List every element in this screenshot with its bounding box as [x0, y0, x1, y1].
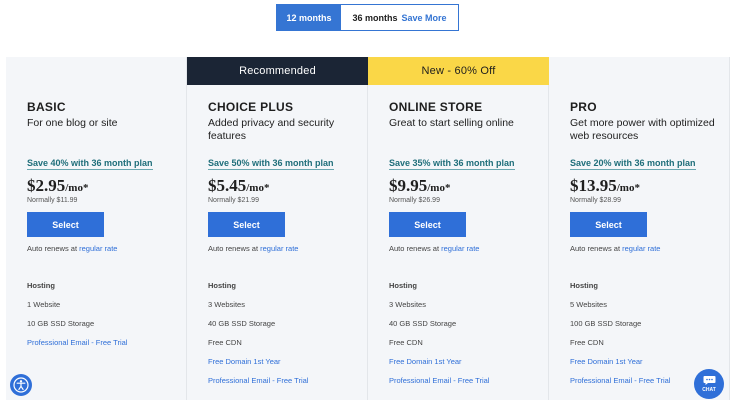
discount-ribbon: New - 60% Off [368, 57, 549, 85]
feature-item: 5 Websites [570, 300, 607, 309]
feature-link[interactable]: Free Domain 1st Year [208, 357, 357, 366]
normal-price: Normally $11.99 [27, 197, 78, 204]
plan-description: Great to start selling online [389, 117, 514, 129]
recommended-ribbon: Recommended [187, 57, 368, 85]
plan-price: $5.45/mo* [208, 176, 357, 196]
term-12-months-button[interactable]: 12 months [277, 5, 341, 30]
plan-description: Added privacy and security features [208, 117, 335, 142]
feature-link[interactable]: Free Domain 1st Year [570, 357, 719, 366]
feature-item: 100 GB SSD Storage [570, 319, 642, 328]
hosting-heading: Hosting [570, 281, 598, 290]
plan-body: PRO Get more power with optimized web re… [549, 57, 730, 400]
feature-link[interactable]: Professional Email - Free Trial [208, 376, 357, 385]
normal-price: Normally $21.99 [208, 197, 259, 204]
price-unit: /mo* [65, 182, 89, 194]
renew-prefix: Auto renews at [27, 244, 78, 253]
regular-rate-link[interactable]: regular rate [260, 244, 298, 253]
chat-label: CHAT [702, 387, 716, 393]
plan-body: ONLINE STORE Great to start selling onli… [368, 85, 549, 400]
chat-button[interactable]: CHAT [694, 369, 724, 399]
term-toggle: 12 months 36 months Save More [276, 4, 459, 31]
plan-description: For one blog or site [27, 117, 118, 129]
regular-rate-link[interactable]: regular rate [79, 244, 117, 253]
plan-price: $13.95/mo* [570, 176, 719, 196]
term-36-label: 36 months [352, 12, 398, 23]
renew-note: Auto renews at regular rate [208, 244, 357, 253]
feature-item: 40 GB SSD Storage [208, 319, 276, 328]
select-button[interactable]: Select [208, 212, 285, 237]
renew-prefix: Auto renews at [570, 244, 621, 253]
plan-card-pro: PRO Get more power with optimized web re… [549, 57, 730, 400]
plan-body: CHOICE PLUS Added privacy and security f… [187, 85, 368, 400]
regular-rate-link[interactable]: regular rate [622, 244, 660, 253]
hosting-heading: Hosting [27, 281, 55, 290]
promo-link[interactable]: Save 20% with 36 month plan [570, 158, 696, 170]
normal-price: Normally $26.99 [389, 197, 440, 204]
save-more-label: Save More [401, 12, 447, 23]
select-button[interactable]: Select [389, 212, 466, 237]
plan-name: PRO [570, 100, 597, 114]
chat-bubble-icon [703, 376, 715, 385]
renew-prefix: Auto renews at [208, 244, 259, 253]
plan-name: ONLINE STORE [389, 100, 483, 114]
feature-item: 10 GB SSD Storage [27, 319, 95, 328]
plan-name: CHOICE PLUS [208, 100, 294, 114]
feature-link[interactable]: Free Domain 1st Year [389, 357, 538, 366]
plan-description: Get more power with optimized web resour… [570, 117, 715, 142]
price-unit: /mo* [246, 182, 270, 194]
plans-grid: BASIC For one blog or site Save 40% with… [6, 57, 730, 400]
renew-prefix: Auto renews at [389, 244, 440, 253]
feature-link[interactable]: Professional Email - Free Trial [389, 376, 538, 385]
feature-item: 1 Website [27, 300, 61, 309]
price-amount: $13.95 [570, 176, 617, 195]
term-36-months-button[interactable]: 36 months Save More [341, 5, 458, 30]
price-amount: $9.95 [389, 176, 428, 195]
select-button[interactable]: Select [570, 212, 647, 237]
renew-note: Auto renews at regular rate [27, 244, 176, 253]
price-amount: $5.45 [208, 176, 247, 195]
feature-item: Free CDN [570, 338, 604, 347]
plan-price: $2.95/mo* [27, 176, 176, 196]
price-amount: $2.95 [27, 176, 66, 195]
price-unit: /mo* [427, 182, 451, 194]
accessibility-figure-icon [13, 377, 29, 393]
plan-card-online-store: New - 60% Off ONLINE STORE Great to star… [368, 57, 549, 400]
feature-item: 3 Websites [389, 300, 426, 309]
feature-link[interactable]: Professional Email - Free Trial [27, 338, 176, 347]
accessibility-icon[interactable] [10, 374, 32, 396]
feature-item: Free CDN [208, 338, 242, 347]
promo-link[interactable]: Save 50% with 36 month plan [208, 158, 334, 170]
plan-card-choice-plus: Recommended CHOICE PLUS Added privacy an… [187, 57, 368, 400]
plan-body: BASIC For one blog or site Save 40% with… [6, 57, 187, 400]
promo-link[interactable]: Save 35% with 36 month plan [389, 158, 515, 170]
feature-item: 40 GB SSD Storage [389, 319, 457, 328]
hosting-heading: Hosting [208, 281, 236, 290]
normal-price: Normally $28.99 [570, 197, 621, 204]
regular-rate-link[interactable]: regular rate [441, 244, 479, 253]
hosting-heading: Hosting [389, 281, 417, 290]
price-unit: /mo* [616, 182, 640, 194]
feature-item: 3 Websites [208, 300, 245, 309]
plan-price: $9.95/mo* [389, 176, 538, 196]
select-button[interactable]: Select [27, 212, 104, 237]
feature-item: Free CDN [389, 338, 423, 347]
plan-card-basic: BASIC For one blog or site Save 40% with… [6, 57, 187, 400]
plan-name: BASIC [27, 100, 66, 114]
renew-note: Auto renews at regular rate [389, 244, 538, 253]
renew-note: Auto renews at regular rate [570, 244, 719, 253]
promo-link[interactable]: Save 40% with 36 month plan [27, 158, 153, 170]
